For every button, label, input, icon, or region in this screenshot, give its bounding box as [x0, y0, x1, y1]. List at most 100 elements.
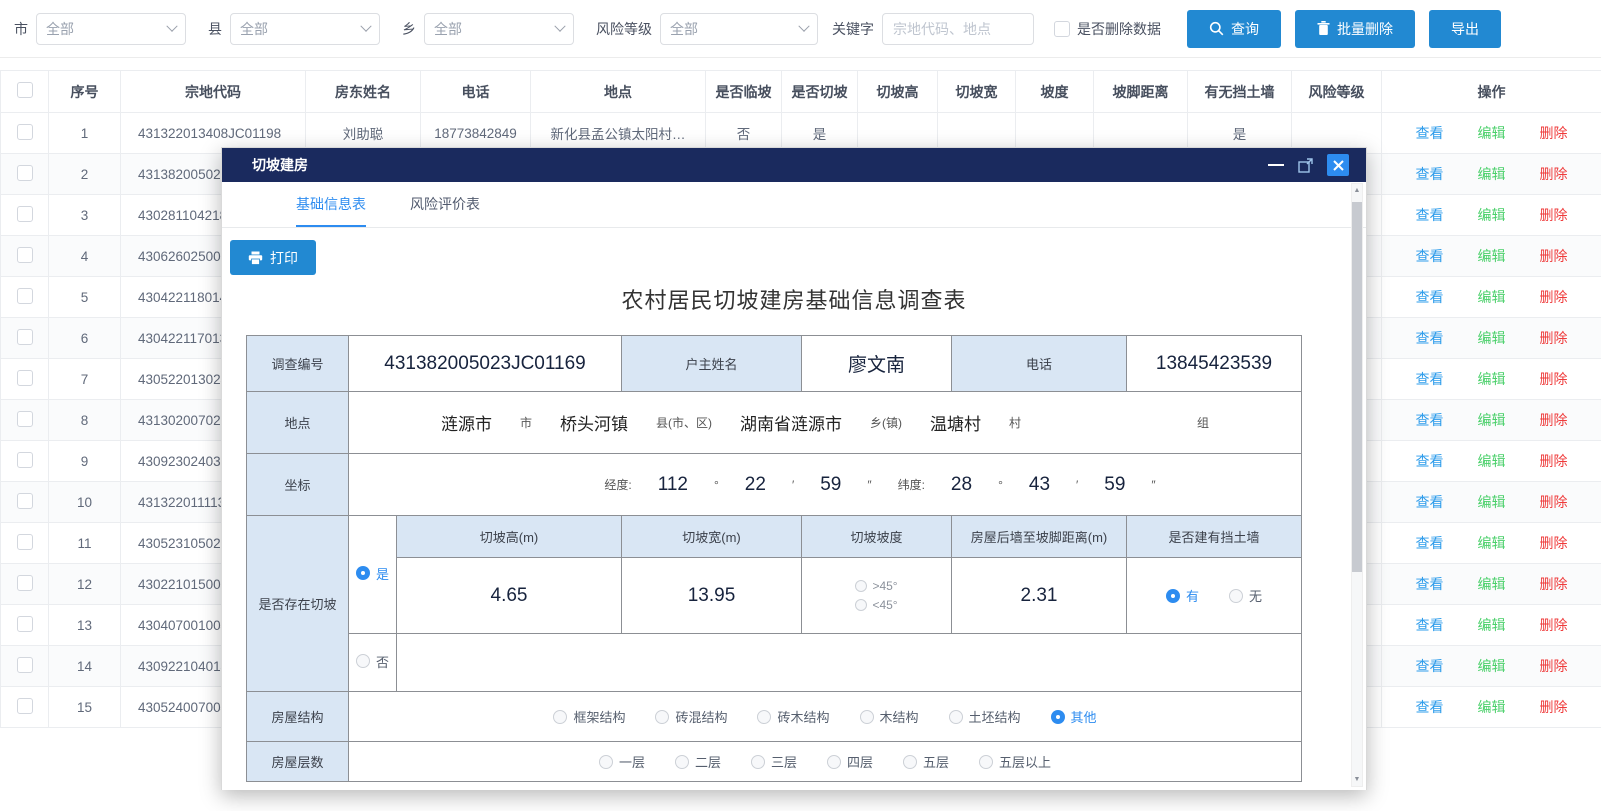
view-link[interactable]: 查看 — [1416, 330, 1444, 346]
row-checkbox[interactable] — [17, 698, 33, 714]
row-checkbox[interactable] — [17, 165, 33, 181]
print-button[interactable]: 打印 — [230, 240, 316, 275]
edit-link[interactable]: 编辑 — [1478, 699, 1506, 715]
view-link[interactable]: 查看 — [1416, 289, 1444, 305]
view-link[interactable]: 查看 — [1416, 453, 1444, 469]
township-select[interactable]: 全部 — [424, 13, 574, 45]
location-province: 湖南省涟源市 — [740, 410, 842, 435]
batch-delete-button[interactable]: 批量删除 — [1295, 10, 1415, 48]
delete-link[interactable]: 删除 — [1540, 166, 1568, 182]
view-link[interactable]: 查看 — [1416, 617, 1444, 633]
radio-option[interactable]: 五层 — [903, 752, 949, 771]
edit-link[interactable]: 编辑 — [1478, 576, 1506, 592]
delete-link[interactable]: 删除 — [1540, 412, 1568, 428]
row-checkbox[interactable] — [17, 247, 33, 263]
row-checkbox[interactable] — [17, 452, 33, 468]
minimize-icon[interactable] — [1268, 164, 1284, 166]
delete-link[interactable]: 删除 — [1540, 207, 1568, 223]
wall-no-radio[interactable]: 无 — [1229, 586, 1262, 605]
row-checkbox[interactable] — [17, 534, 33, 550]
select-all-checkbox[interactable] — [17, 82, 33, 98]
close-icon[interactable] — [1327, 154, 1349, 176]
tab-basic-info[interactable]: 基础信息表 — [296, 194, 366, 227]
scroll-down-icon[interactable]: ▼ — [1352, 776, 1362, 783]
delete-link[interactable]: 删除 — [1540, 330, 1568, 346]
delete-link[interactable]: 删除 — [1540, 699, 1568, 715]
radio-option[interactable]: 一层 — [599, 752, 645, 771]
edit-link[interactable]: 编辑 — [1478, 125, 1506, 141]
radio-option[interactable]: 框架结构 — [553, 707, 625, 726]
view-link[interactable]: 查看 — [1416, 576, 1444, 592]
delete-link[interactable]: 删除 — [1540, 289, 1568, 305]
edit-link[interactable]: 编辑 — [1478, 248, 1506, 264]
delete-link[interactable]: 删除 — [1540, 576, 1568, 592]
delete-link[interactable]: 删除 — [1540, 248, 1568, 264]
slope-no-radio[interactable]: 否 — [356, 652, 389, 671]
delete-link[interactable]: 删除 — [1540, 453, 1568, 469]
view-link[interactable]: 查看 — [1416, 658, 1444, 674]
edit-link[interactable]: 编辑 — [1478, 330, 1506, 346]
radio-option[interactable]: 二层 — [675, 752, 721, 771]
maximize-icon[interactable] — [1298, 158, 1313, 173]
radio-option[interactable]: 砖木结构 — [757, 707, 829, 726]
edit-link[interactable]: 编辑 — [1478, 658, 1506, 674]
row-checkbox[interactable] — [17, 124, 33, 140]
slope-yes-radio[interactable]: 是 — [356, 564, 389, 583]
view-link[interactable]: 查看 — [1416, 248, 1444, 264]
dialog-titlebar[interactable]: 切坡建房 — [222, 148, 1366, 182]
query-button[interactable]: 查询 — [1187, 10, 1281, 48]
scroll-thumb[interactable] — [1352, 202, 1362, 572]
delete-link[interactable]: 删除 — [1540, 617, 1568, 633]
row-checkbox[interactable] — [17, 329, 33, 345]
row-checkbox[interactable] — [17, 575, 33, 591]
modal-scrollbar[interactable]: ▲ ▼ — [1351, 183, 1363, 787]
view-link[interactable]: 查看 — [1416, 412, 1444, 428]
delete-link[interactable]: 删除 — [1540, 658, 1568, 674]
wall-yes-radio[interactable]: 有 — [1166, 586, 1199, 605]
tab-risk-eval[interactable]: 风险评价表 — [410, 194, 480, 227]
edit-link[interactable]: 编辑 — [1478, 289, 1506, 305]
edit-link[interactable]: 编辑 — [1478, 412, 1506, 428]
grade-lt45-radio[interactable]: <45° — [802, 596, 951, 615]
scroll-up-icon[interactable]: ▲ — [1352, 187, 1362, 194]
radio-option[interactable]: 砖混结构 — [655, 707, 727, 726]
view-link[interactable]: 查看 — [1416, 166, 1444, 182]
delete-link[interactable]: 删除 — [1540, 535, 1568, 551]
delete-link[interactable]: 删除 — [1540, 125, 1568, 141]
view-link[interactable]: 查看 — [1416, 535, 1444, 551]
radio-option[interactable]: 土坯结构 — [949, 707, 1021, 726]
row-checkbox[interactable] — [17, 493, 33, 509]
radio-option[interactable]: 木结构 — [860, 707, 919, 726]
radio-option[interactable]: 五层以上 — [979, 752, 1051, 771]
radio-option[interactable]: 其他 — [1051, 707, 1097, 726]
risk-level-select[interactable]: 全部 — [660, 13, 818, 45]
view-link[interactable]: 查看 — [1416, 125, 1444, 141]
edit-link[interactable]: 编辑 — [1478, 617, 1506, 633]
edit-link[interactable]: 编辑 — [1478, 535, 1506, 551]
view-link[interactable]: 查看 — [1416, 494, 1444, 510]
radio-option[interactable]: 四层 — [827, 752, 873, 771]
view-link[interactable]: 查看 — [1416, 699, 1444, 715]
deleted-data-checkbox[interactable] — [1054, 21, 1070, 37]
view-link[interactable]: 查看 — [1416, 371, 1444, 387]
grade-gt45-radio[interactable]: >45° — [802, 577, 951, 596]
edit-link[interactable]: 编辑 — [1478, 453, 1506, 469]
row-checkbox[interactable] — [17, 288, 33, 304]
row-checkbox[interactable] — [17, 657, 33, 673]
export-button[interactable]: 导出 — [1429, 10, 1501, 48]
row-checkbox[interactable] — [17, 206, 33, 222]
radio-option[interactable]: 三层 — [751, 752, 797, 771]
delete-link[interactable]: 删除 — [1540, 371, 1568, 387]
row-checkbox[interactable] — [17, 616, 33, 632]
edit-link[interactable]: 编辑 — [1478, 494, 1506, 510]
edit-link[interactable]: 编辑 — [1478, 166, 1506, 182]
edit-link[interactable]: 编辑 — [1478, 207, 1506, 223]
row-checkbox[interactable] — [17, 411, 33, 427]
row-checkbox[interactable] — [17, 370, 33, 386]
county-select[interactable]: 全部 — [230, 13, 380, 45]
edit-link[interactable]: 编辑 — [1478, 371, 1506, 387]
view-link[interactable]: 查看 — [1416, 207, 1444, 223]
city-select[interactable]: 全部 — [36, 13, 186, 45]
delete-link[interactable]: 删除 — [1540, 494, 1568, 510]
keyword-input[interactable] — [882, 13, 1034, 45]
